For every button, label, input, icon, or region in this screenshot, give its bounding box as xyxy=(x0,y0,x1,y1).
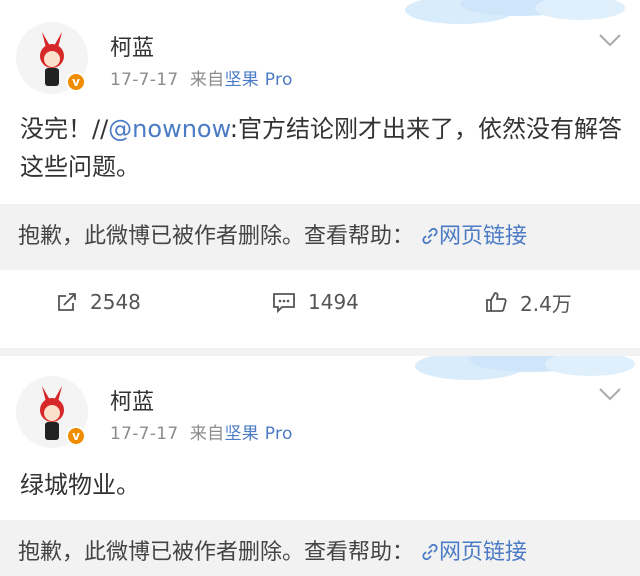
mention-link[interactable]: @nownow xyxy=(108,115,230,143)
post-text: 没完！//@nownow:官方结论刚才出来了，依然没有解答这些问题。 xyxy=(20,110,626,186)
verified-badge-icon: v xyxy=(66,72,86,92)
chevron-down-icon[interactable] xyxy=(598,32,622,48)
help-link-label: 网页链接 xyxy=(439,224,528,249)
weibo-card-2: v 柯蓝 17-7-17 来自坚果 Pro 绿城物业。 抱歉，此微博已被作者删除… xyxy=(0,356,640,576)
post-text-main: 没完！// xyxy=(20,115,109,143)
deleted-repost-notice: 抱歉，此微博已被作者删除。查看帮助： 网页链接 xyxy=(0,204,640,270)
post-meta: 17-7-17 来自坚果 Pro xyxy=(110,65,293,90)
post-meta: 17-7-17 来自坚果 Pro xyxy=(110,419,293,444)
verified-badge-icon: v xyxy=(66,426,86,446)
avatar[interactable]: v xyxy=(16,22,88,94)
post-date: 17-7-17 xyxy=(110,70,179,90)
post-date: 17-7-17 xyxy=(110,424,179,444)
like-count: 2.4万 xyxy=(520,291,572,316)
repost-icon xyxy=(58,293,76,311)
source-prefix: 来自 xyxy=(189,424,225,444)
cloud-decoration xyxy=(415,356,635,380)
deleted-notice-text: 抱歉，此微博已被作者删除。查看帮助： xyxy=(18,224,415,249)
link-icon xyxy=(422,227,438,245)
deleted-repost-notice: 抱歉，此微博已被作者删除。查看帮助： 网页链接 xyxy=(0,520,640,576)
repost-button[interactable]: 2548 xyxy=(56,272,141,332)
comment-button[interactable]: 1494 xyxy=(272,272,359,332)
source-prefix: 来自 xyxy=(189,70,225,90)
help-link-label: 网页链接 xyxy=(439,540,528,565)
deleted-notice-text: 抱歉，此微博已被作者删除。查看帮助： xyxy=(18,540,415,565)
action-bar: 2548 1494 2.4万 xyxy=(0,272,640,332)
like-button[interactable]: 2.4万 xyxy=(484,272,572,332)
repost-count: 2548 xyxy=(90,290,141,314)
comment-icon xyxy=(273,293,295,313)
avatar[interactable]: v xyxy=(16,376,88,448)
comment-count: 1494 xyxy=(308,290,359,314)
help-link[interactable]: 网页链接 xyxy=(421,540,527,565)
source-app[interactable]: 坚果 Pro xyxy=(224,70,292,90)
help-link[interactable]: 网页链接 xyxy=(421,224,527,249)
chevron-down-icon[interactable] xyxy=(598,386,622,402)
thumbs-up-icon xyxy=(486,292,507,312)
post-text-main: 绿城物业。 xyxy=(20,471,140,499)
link-icon xyxy=(422,543,438,561)
author-name[interactable]: 柯蓝 xyxy=(110,384,154,416)
source-app[interactable]: 坚果 Pro xyxy=(224,424,292,444)
cloud-decoration xyxy=(405,0,625,24)
post-text: 绿城物业。 xyxy=(20,466,626,504)
weibo-card-1: v 柯蓝 17-7-17 来自坚果 Pro 没完！//@nownow:官方结论刚… xyxy=(0,0,640,348)
author-name[interactable]: 柯蓝 xyxy=(110,30,154,62)
